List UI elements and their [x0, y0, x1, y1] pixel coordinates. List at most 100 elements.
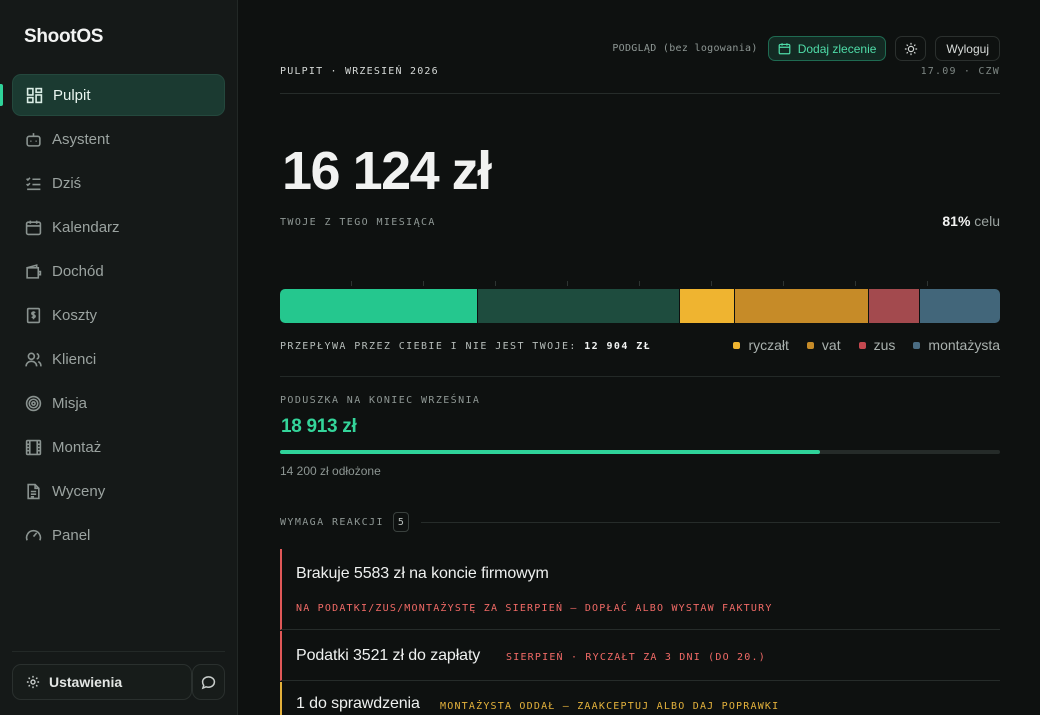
tick	[351, 281, 352, 286]
main-content: PODGLĄD (bez logowania) Dodaj zlecenie W…	[280, 0, 1000, 715]
sidebar-item-montaz[interactable]: Montaż	[12, 426, 225, 468]
sidebar-item-label: Montaż	[52, 438, 102, 456]
logout-button[interactable]: Wyloguj	[935, 36, 1000, 61]
segment-montażysta	[920, 289, 1000, 323]
cushion-saved: 14 200 zł odłożone	[280, 464, 381, 478]
alert-item[interactable]: Podatki 3521 zł do zapłaty SIERPIEŃ · RY…	[280, 631, 1000, 681]
flow-label: PRZEPŁYWA PRZEZ CIEBIE I NIE JEST TWOJE:	[280, 341, 577, 352]
legend-swatch	[913, 341, 921, 349]
sidebar-item-asystent[interactable]: Asystent	[12, 118, 225, 160]
tick	[639, 281, 640, 286]
requires-action-count: 5	[392, 512, 409, 532]
add-order-label: Dodaj zlecenie	[797, 41, 877, 56]
cushion-label: PODUSZKA NA KONIEC WRZEŚNIA	[280, 395, 481, 406]
segment-vat	[735, 289, 869, 323]
flow-amount: 12 904 ZŁ	[584, 341, 652, 352]
requires-action-header: WYMAGA REAKCJI 5	[280, 512, 1000, 532]
alert-item[interactable]: 1 do sprawdzenia MONTAŻYSTA ODDAŁ — ZAAK…	[280, 682, 1000, 715]
wallet-icon	[24, 262, 42, 280]
sidebar-item-label: Kalendarz	[52, 218, 120, 236]
sidebar-item-wyceny[interactable]: Wyceny	[12, 470, 225, 512]
receipt-icon	[24, 306, 42, 324]
tick	[495, 281, 496, 286]
sidebar-item-dzis[interactable]: Dziś	[12, 162, 225, 204]
goal-suffix: celu	[970, 213, 1000, 229]
flow-legend: ryczałt vat zus montażysta	[715, 337, 1000, 353]
calendar-icon	[24, 218, 42, 236]
gear-icon	[26, 675, 40, 689]
add-order-button[interactable]: Dodaj zlecenie	[767, 36, 887, 61]
document-icon	[24, 482, 42, 500]
breadcrumb: PULPIT · WRZESIEŃ 2026	[280, 66, 439, 77]
segment-ryczałt	[679, 289, 736, 323]
cushion-progress-fill	[280, 450, 820, 454]
requires-action-label: WYMAGA REAKCJI	[280, 516, 384, 528]
chat-button[interactable]	[192, 664, 225, 700]
legend-item: montażysta	[913, 337, 1000, 353]
monthly-income-label: TWOJE Z TEGO MIESIĄCA	[280, 217, 436, 228]
dashboard-icon	[25, 86, 43, 104]
sidebar-item-klienci[interactable]: Klienci	[12, 338, 225, 380]
alert-item[interactable]: Brakuje 5583 zł na koncie firmowym NA PO…	[280, 549, 1000, 630]
gauge-icon	[24, 526, 42, 544]
sidebar-item-label: Klienci	[52, 350, 97, 368]
alert-title: Brakuje 5583 zł na koncie firmowym	[296, 565, 549, 582]
tick	[711, 281, 712, 286]
tick	[423, 281, 424, 286]
sidebar-footer: Ustawienia	[12, 651, 225, 700]
film-icon	[24, 438, 42, 456]
alert-subtitle: SIERPIEŃ · RYCZAŁT ZA 3 DNI (DO 20.)	[506, 652, 766, 663]
sidebar-item-label: Dochód	[52, 262, 104, 280]
tick	[927, 281, 928, 286]
sidebar-item-label: Dziś	[52, 174, 82, 192]
tick	[783, 281, 784, 286]
sidebar-item-pulpit[interactable]: Pulpit	[12, 74, 225, 116]
legend-item: vat	[806, 337, 841, 353]
legend-label: vat	[821, 337, 841, 353]
divider	[280, 93, 1000, 94]
preview-mode-label: PODGLĄD (bez logowania)	[612, 43, 758, 54]
alert-subtitle: NA PODATKI/ZUS/MONTAŻYSTĘ ZA SIERPIEŃ — …	[296, 603, 773, 614]
segment-zus	[868, 289, 921, 323]
sidebar-nav: Pulpit Asystent Dziś Kalendarz Dochód Ko…	[12, 74, 225, 558]
stack-ticks	[280, 281, 1000, 287]
flow-summary: PRZEPŁYWA PRZEZ CIEBIE I NIE JEST TWOJE:…	[280, 341, 651, 352]
chat-bubble-icon	[201, 675, 216, 689]
segment-twoje-cel	[478, 289, 680, 323]
money-flow-stacked-bar	[280, 289, 1000, 323]
cushion-progress-bar	[280, 450, 1000, 454]
legend-label: zus	[873, 337, 896, 353]
sidebar: ShootOS Pulpit Asystent Dziś Kalendarz D…	[0, 0, 238, 715]
sidebar-item-dochod[interactable]: Dochód	[12, 250, 225, 292]
sidebar-item-koszty[interactable]: Koszty	[12, 294, 225, 336]
topbar: PODGLĄD (bez logowania) Dodaj zlecenie W…	[612, 36, 1000, 61]
app-logo: ShootOS	[24, 26, 104, 47]
calendar-icon	[778, 43, 791, 55]
legend-swatch	[733, 341, 741, 349]
goal-percent: 81%	[942, 213, 971, 229]
sidebar-item-label: Panel	[52, 526, 91, 544]
legend-swatch	[806, 341, 814, 349]
active-indicator	[0, 84, 3, 106]
monthly-income-amount: 16 124 zł	[282, 141, 492, 201]
legend-label: montażysta	[928, 337, 1000, 353]
users-icon	[24, 350, 42, 368]
tick	[855, 281, 856, 286]
legend-swatch	[858, 341, 866, 349]
sun-icon	[904, 42, 918, 55]
sidebar-item-label: Pulpit	[53, 86, 91, 104]
legend-label: ryczałt	[748, 337, 789, 353]
settings-button[interactable]: Ustawienia	[12, 664, 192, 700]
legend-item: zus	[858, 337, 896, 353]
sidebar-item-label: Koszty	[52, 306, 98, 324]
sidebar-item-label: Misja	[52, 394, 88, 412]
divider	[420, 521, 1000, 523]
checklist-icon	[24, 174, 42, 192]
legend-item: ryczałt	[733, 337, 789, 353]
sidebar-item-misja[interactable]: Misja	[12, 382, 225, 424]
sidebar-item-panel[interactable]: Panel	[12, 514, 225, 556]
alert-title: 1 do sprawdzenia	[296, 695, 420, 712]
theme-toggle-button[interactable]	[895, 36, 927, 61]
current-date: 17.09 · CZW	[920, 66, 1000, 77]
sidebar-item-kalendarz[interactable]: Kalendarz	[12, 206, 225, 248]
